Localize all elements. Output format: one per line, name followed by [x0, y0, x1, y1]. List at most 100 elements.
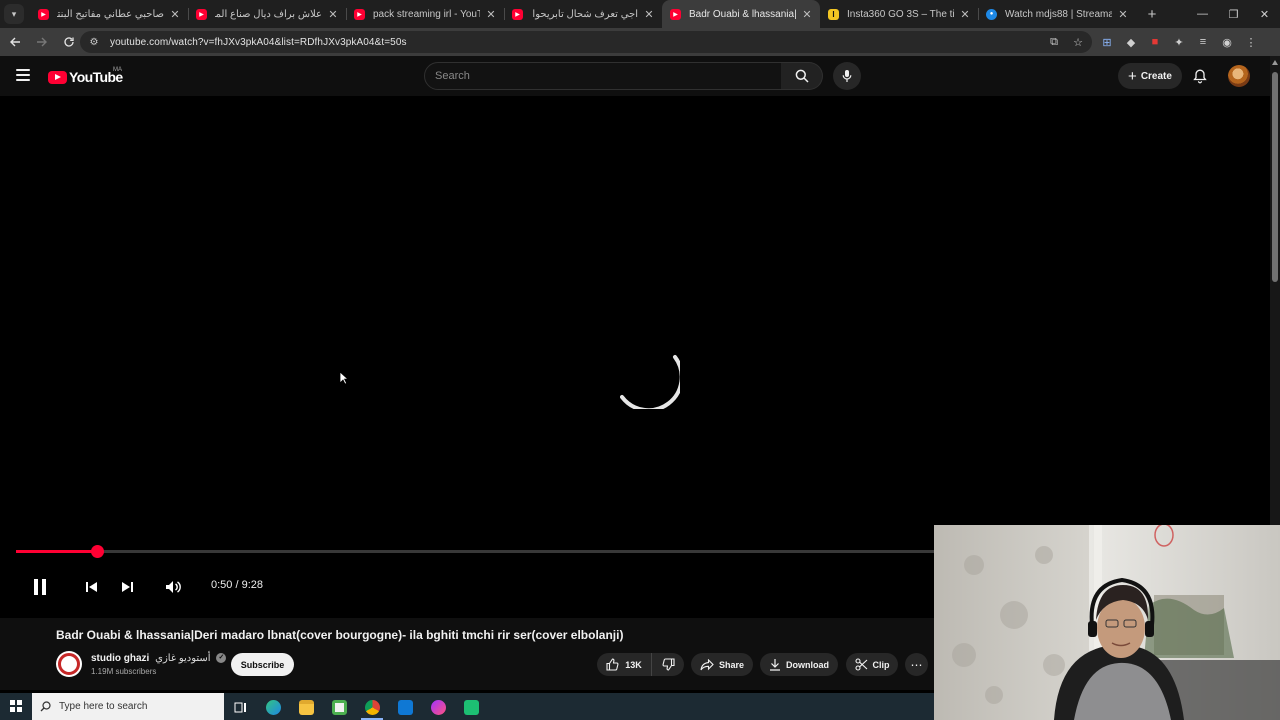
taskbar-search-input[interactable] — [59, 701, 209, 712]
windows-start-icon[interactable] — [10, 700, 22, 712]
webcam-overlay — [934, 525, 1280, 720]
video-metadata: Badr Ouabi & lhassania|Deri madaro lbnat… — [0, 618, 934, 690]
back-arrow-icon[interactable] — [3, 30, 27, 54]
taskbar-search[interactable] — [32, 693, 224, 720]
forward-arrow-icon[interactable] — [30, 30, 54, 54]
site-info-icon[interactable]: ⚙ — [86, 37, 102, 48]
download-button[interactable]: Download — [760, 653, 838, 676]
microsoft-store-icon[interactable] — [324, 696, 354, 718]
notifications-bell-icon[interactable] — [1192, 68, 1208, 84]
browser-tab[interactable]: ▶ اجي تعرف شحال تابريحوا على ط ✕ — [504, 0, 662, 28]
edge-icon[interactable] — [258, 696, 288, 718]
previous-button[interactable] — [82, 576, 100, 598]
country-code: MA — [113, 67, 122, 73]
translate-extension-icon[interactable]: ⊞ — [1098, 30, 1116, 54]
new-tab-button[interactable]: + — [1140, 6, 1164, 23]
search-box[interactable] — [424, 62, 782, 90]
youtube-logo[interactable]: YouTube — [48, 69, 123, 85]
tab-title: اجي تعرف شحال تابريحوا على ط — [531, 8, 638, 20]
share-button[interactable]: Share — [691, 653, 753, 676]
channel-name[interactable]: studio ghazi أستوديو غازي ✓ — [91, 653, 227, 664]
scroll-up-arrow-icon[interactable] — [1272, 60, 1278, 65]
close-tab-icon[interactable]: ✕ — [1116, 8, 1130, 21]
close-tab-icon[interactable]: ✕ — [642, 8, 656, 21]
tab-title: Insta360 GO 3S – The tiny migh — [847, 8, 954, 20]
media-control-icon[interactable]: ≡ — [1194, 30, 1212, 54]
browser-tab[interactable]: ▶ pack streaming irl - YouTube ✕ — [346, 0, 504, 28]
verified-badge-icon: ✓ — [216, 653, 227, 664]
browser-tab[interactable]: ▶ علاش براف ديال صناع المحتوى كي ✕ — [188, 0, 346, 28]
more-actions-icon[interactable]: ⋯ — [905, 653, 928, 676]
browser-tab[interactable]: I Insta360 GO 3S – The tiny migh ✕ — [820, 0, 978, 28]
progress-scrubber[interactable] — [90, 545, 104, 558]
search-icon — [795, 69, 809, 83]
chrome-menu-icon[interactable]: ⋮ — [1242, 30, 1260, 54]
dislike-button[interactable] — [652, 653, 684, 676]
clip-button[interactable]: Clip — [846, 653, 898, 676]
mouse-cursor-icon — [339, 371, 349, 385]
create-button[interactable]: + Create — [1118, 63, 1182, 89]
like-button[interactable]: 13K — [597, 653, 652, 676]
install-app-icon[interactable]: ⧉ — [1046, 33, 1062, 51]
close-tab-icon[interactable]: ✕ — [484, 8, 498, 21]
subscriber-count: 1.19M subscribers — [91, 667, 157, 676]
voice-search-button[interactable] — [833, 62, 861, 90]
url-text[interactable]: youtube.com/watch?v=fhJXv3pkA04&list=RDf… — [110, 37, 407, 48]
close-tab-icon[interactable]: ✕ — [168, 8, 182, 21]
thumbs-down-icon — [662, 658, 675, 671]
red-extension-icon[interactable]: ■ — [1146, 30, 1164, 54]
file-explorer-icon[interactable] — [291, 696, 321, 718]
teal-app-icon[interactable] — [456, 696, 486, 718]
youtube-icon: ▶ — [196, 8, 207, 20]
reload-icon[interactable] — [57, 30, 81, 54]
account-avatar[interactable] — [1228, 65, 1250, 87]
video-title: Badr Ouabi & lhassania|Deri madaro lbnat… — [56, 628, 624, 642]
browser-tab[interactable]: ● Watch mdjs88 | Streamable ✕ — [978, 0, 1136, 28]
close-tab-icon[interactable]: ✕ — [800, 8, 814, 21]
next-track-icon — [121, 582, 133, 592]
puzzle-extensions-icon[interactable]: ✦ — [1170, 30, 1188, 54]
previous-track-icon — [85, 582, 97, 592]
microphone-icon — [842, 70, 852, 82]
scrollbar-thumb[interactable] — [1272, 72, 1278, 282]
tab-search-icon[interactable]: ▾ — [4, 4, 24, 24]
close-tab-icon[interactable]: ✕ — [326, 8, 340, 21]
address-bar[interactable]: ⚙ youtube.com/watch?v=fhJXv3pkA04&list=R… — [80, 31, 1092, 53]
search-input[interactable] — [435, 70, 781, 82]
channel-name-arabic[interactable]: أستوديو غازي — [155, 653, 210, 664]
time-display: 0:50 / 9:28 — [211, 579, 263, 591]
messenger-icon[interactable] — [423, 696, 453, 718]
create-label: Create — [1140, 70, 1172, 82]
search-button[interactable] — [781, 62, 823, 90]
youtube-icon: ▶ — [354, 8, 365, 20]
guide-menu-icon[interactable] — [16, 69, 30, 81]
channel-name-latin[interactable]: studio ghazi — [91, 653, 149, 664]
plus-icon: + — [1128, 67, 1137, 85]
minimize-icon[interactable]: — — [1187, 0, 1218, 28]
restore-icon[interactable]: ❐ — [1218, 0, 1249, 28]
download-icon — [770, 659, 780, 671]
browser-tab-active[interactable]: ▶ Badr Ouabi & lhassania|Deri m ✕ — [662, 0, 820, 28]
close-window-icon[interactable]: ✕ — [1249, 0, 1280, 28]
tab-title: Watch mdjs88 | Streamable — [1005, 8, 1112, 20]
pause-icon — [34, 579, 46, 595]
volume-button[interactable] — [163, 576, 183, 598]
channel-avatar[interactable] — [56, 651, 82, 677]
tab-title: صاحبي عطاني مفاتيح البنتلي ديال — [57, 8, 164, 20]
subscribe-button[interactable]: Subscribe — [231, 653, 294, 676]
profile-icon[interactable]: ◉ — [1218, 30, 1236, 54]
close-tab-icon[interactable]: ✕ — [958, 8, 972, 21]
tab-title: pack streaming irl - YouTube — [373, 8, 480, 20]
download-label: Download — [786, 659, 829, 670]
task-view-icon[interactable] — [225, 696, 255, 718]
progress-played — [16, 550, 97, 553]
browser-tab[interactable]: ▶ صاحبي عطاني مفاتيح البنتلي ديال ✕ — [30, 0, 188, 28]
pause-button[interactable] — [30, 576, 50, 598]
outlook-icon[interactable] — [390, 696, 420, 718]
diamond-extension-icon[interactable]: ◆ — [1122, 30, 1140, 54]
clip-label: Clip — [872, 659, 890, 670]
progress-bar[interactable] — [16, 545, 934, 558]
chrome-icon[interactable] — [357, 696, 387, 720]
next-button[interactable] — [118, 576, 136, 598]
bookmark-star-icon[interactable]: ☆ — [1070, 33, 1086, 51]
